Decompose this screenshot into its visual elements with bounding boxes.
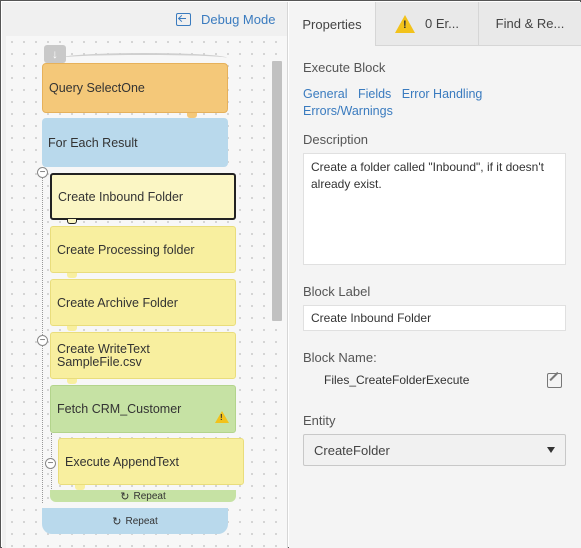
description-field[interactable]: Create a folder called "Inbound", if it … bbox=[303, 153, 566, 265]
section-title: Execute Block bbox=[303, 60, 386, 75]
block-name-label: Block Name: bbox=[303, 350, 377, 365]
entity-label: Entity bbox=[303, 413, 336, 428]
block-repeat-outer[interactable]: ↻ Repeat bbox=[42, 508, 228, 534]
block-label-label: Block Label bbox=[303, 284, 371, 299]
description-label: Description bbox=[303, 132, 369, 147]
block-repeat-inner[interactable]: ↻ Repeat bbox=[50, 490, 236, 503]
link-errors-warnings[interactable]: Errors/Warnings bbox=[303, 104, 393, 118]
block-notch bbox=[67, 326, 77, 331]
tab-label: Properties bbox=[302, 16, 362, 32]
block-label: Create Processing folder bbox=[57, 242, 195, 257]
warning-icon: ! bbox=[215, 411, 229, 423]
block-notch bbox=[67, 219, 77, 224]
tab-find-replace[interactable]: Find & Re... bbox=[479, 2, 581, 46]
start-arrow-icon: ↓ bbox=[44, 45, 66, 63]
repeat-label: Repeat bbox=[125, 515, 158, 527]
block-notch bbox=[67, 379, 77, 384]
block-query-selectone[interactable]: Query SelectOne bbox=[42, 63, 228, 113]
debug-mode-button[interactable]: Debug Mode bbox=[176, 10, 275, 28]
repeat-icon: ↻ bbox=[112, 515, 122, 528]
tab-properties[interactable]: Properties bbox=[289, 2, 376, 46]
window-frame: Debug Mode ↓ Query SelectOne For Each Re… bbox=[0, 0, 581, 548]
edit-icon[interactable] bbox=[547, 373, 562, 388]
entity-value: CreateFolder bbox=[314, 442, 390, 458]
panel-tabs: Properties ! 0 Er... Find & Re... bbox=[289, 2, 581, 46]
block-execute-appendtext[interactable]: Execute AppendText bbox=[58, 438, 244, 485]
block-create-inbound-folder[interactable]: Create Inbound Folder bbox=[50, 173, 236, 220]
tab-label: Find & Re... bbox=[495, 16, 565, 31]
block-create-processing-folder[interactable]: Create Processing folder bbox=[50, 226, 236, 273]
block-label: Query SelectOne bbox=[49, 81, 145, 95]
properties-panel: Properties ! 0 Er... Find & Re... Execut… bbox=[289, 2, 581, 548]
link-error-handling[interactable]: Error Handling bbox=[402, 87, 483, 101]
block-notch bbox=[67, 273, 77, 278]
canvas-toolbar: Debug Mode bbox=[2, 2, 287, 36]
debug-mode-label: Debug Mode bbox=[201, 11, 276, 27]
block-for-each-result[interactable]: For Each Result bbox=[42, 118, 228, 167]
block-label: Fetch CRM_Customer bbox=[57, 402, 182, 416]
canvas-scrollbar[interactable] bbox=[272, 61, 282, 321]
collapse-writetext-toggle[interactable]: − bbox=[37, 335, 48, 346]
warning-icon: ! bbox=[395, 14, 416, 33]
repeat-icon: ↻ bbox=[120, 490, 130, 503]
tab-label: 0 Er... bbox=[425, 16, 459, 31]
chevron-down-icon bbox=[547, 447, 555, 453]
block-label-field[interactable]: Create Inbound Folder bbox=[303, 305, 566, 331]
block-label: For Each Result bbox=[48, 135, 138, 150]
debug-mode-icon bbox=[176, 12, 191, 26]
block-label: Execute AppendText bbox=[65, 454, 179, 469]
block-name-value: Files_CreateFolderExecute bbox=[324, 373, 470, 387]
block-label: Create Archive Folder bbox=[57, 295, 178, 310]
block-label-value: Create Inbound Folder bbox=[311, 311, 432, 325]
collapse-fetch-toggle[interactable]: − bbox=[45, 458, 56, 469]
start-connector bbox=[61, 53, 227, 63]
block-label: Create WriteText SampleFile.csv bbox=[57, 341, 150, 369]
link-fields[interactable]: Fields bbox=[358, 87, 391, 101]
entity-select[interactable]: CreateFolder bbox=[303, 434, 566, 466]
block-fetch-crm-customer[interactable]: Fetch CRM_Customer bbox=[50, 385, 236, 433]
block-create-archive-folder[interactable]: Create Archive Folder bbox=[50, 279, 236, 326]
link-general[interactable]: General bbox=[303, 87, 347, 101]
repeat-label: Repeat bbox=[133, 490, 166, 502]
tab-errors[interactable]: ! 0 Er... bbox=[376, 2, 479, 46]
collapse-foreach-toggle[interactable]: − bbox=[37, 167, 48, 178]
block-create-writetext[interactable]: Create WriteText SampleFile.csv bbox=[50, 332, 236, 379]
section-links: General Fields Error Handling Errors/War… bbox=[303, 86, 573, 120]
block-label: Create Inbound Folder bbox=[58, 189, 184, 204]
